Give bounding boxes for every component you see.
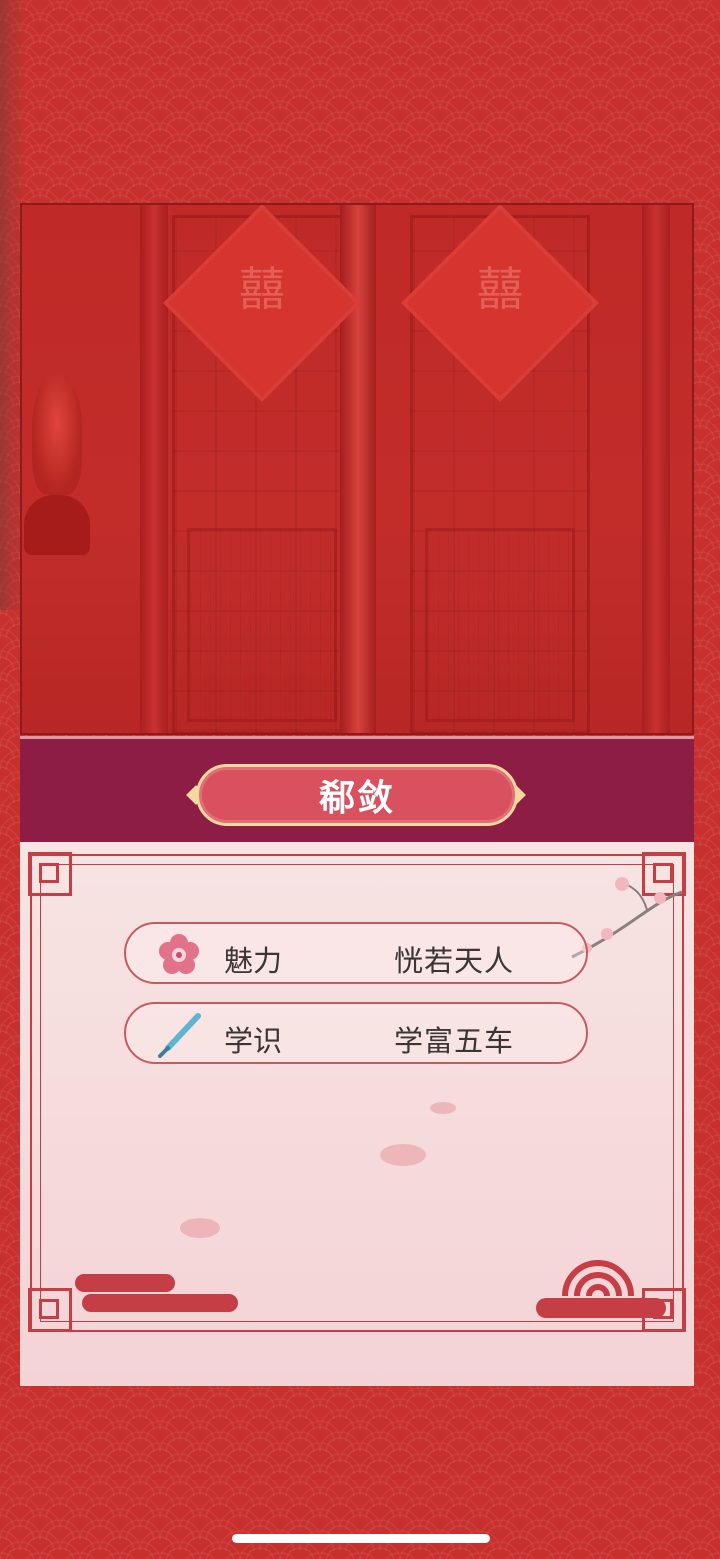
brush-icon xyxy=(156,1012,202,1058)
double-happiness-right-char: 囍 xyxy=(477,262,523,316)
stat-label: 学识 xyxy=(224,1024,283,1058)
petal-decoration xyxy=(430,1102,456,1114)
pillar-right xyxy=(642,205,670,733)
frame-corner-top-left xyxy=(28,852,72,896)
petal-decoration xyxy=(180,1218,220,1238)
petal-decoration xyxy=(380,1144,426,1166)
cloud-ornament-right xyxy=(536,1298,666,1318)
cloud-ornament-bottom xyxy=(82,1294,238,1312)
stat-value: 恍若天人 xyxy=(394,944,515,978)
pillar-left xyxy=(140,205,168,733)
character-info-card: 魅力 恍若天人 学识 学富五车 xyxy=(20,842,694,1386)
stat-value: 学富五车 xyxy=(394,1024,515,1058)
home-indicator[interactable] xyxy=(232,1534,490,1543)
stat-label: 魅力 xyxy=(224,944,283,978)
door-panel-right xyxy=(425,528,575,722)
double-happiness-left-char: 囍 xyxy=(239,262,285,316)
door-curtain xyxy=(340,205,376,733)
plum-blossom-icon xyxy=(156,932,202,978)
character-name-plaque: 郗敛 xyxy=(196,764,518,826)
vase-decoration xyxy=(32,375,82,495)
frame-corner-bottom-left xyxy=(28,1288,72,1332)
stat-row-knowledge: 学识 学富五车 xyxy=(124,1002,588,1064)
door-panel-left xyxy=(187,528,337,722)
vase-stand xyxy=(24,495,90,555)
character-name: 郗敛 xyxy=(318,778,395,819)
wedding-scene-illustration: 囍 囍 xyxy=(20,203,694,735)
sun-ornament xyxy=(562,1260,634,1296)
stat-row-charm: 魅力 恍若天人 xyxy=(124,922,588,984)
cloud-ornament-top xyxy=(75,1274,175,1292)
